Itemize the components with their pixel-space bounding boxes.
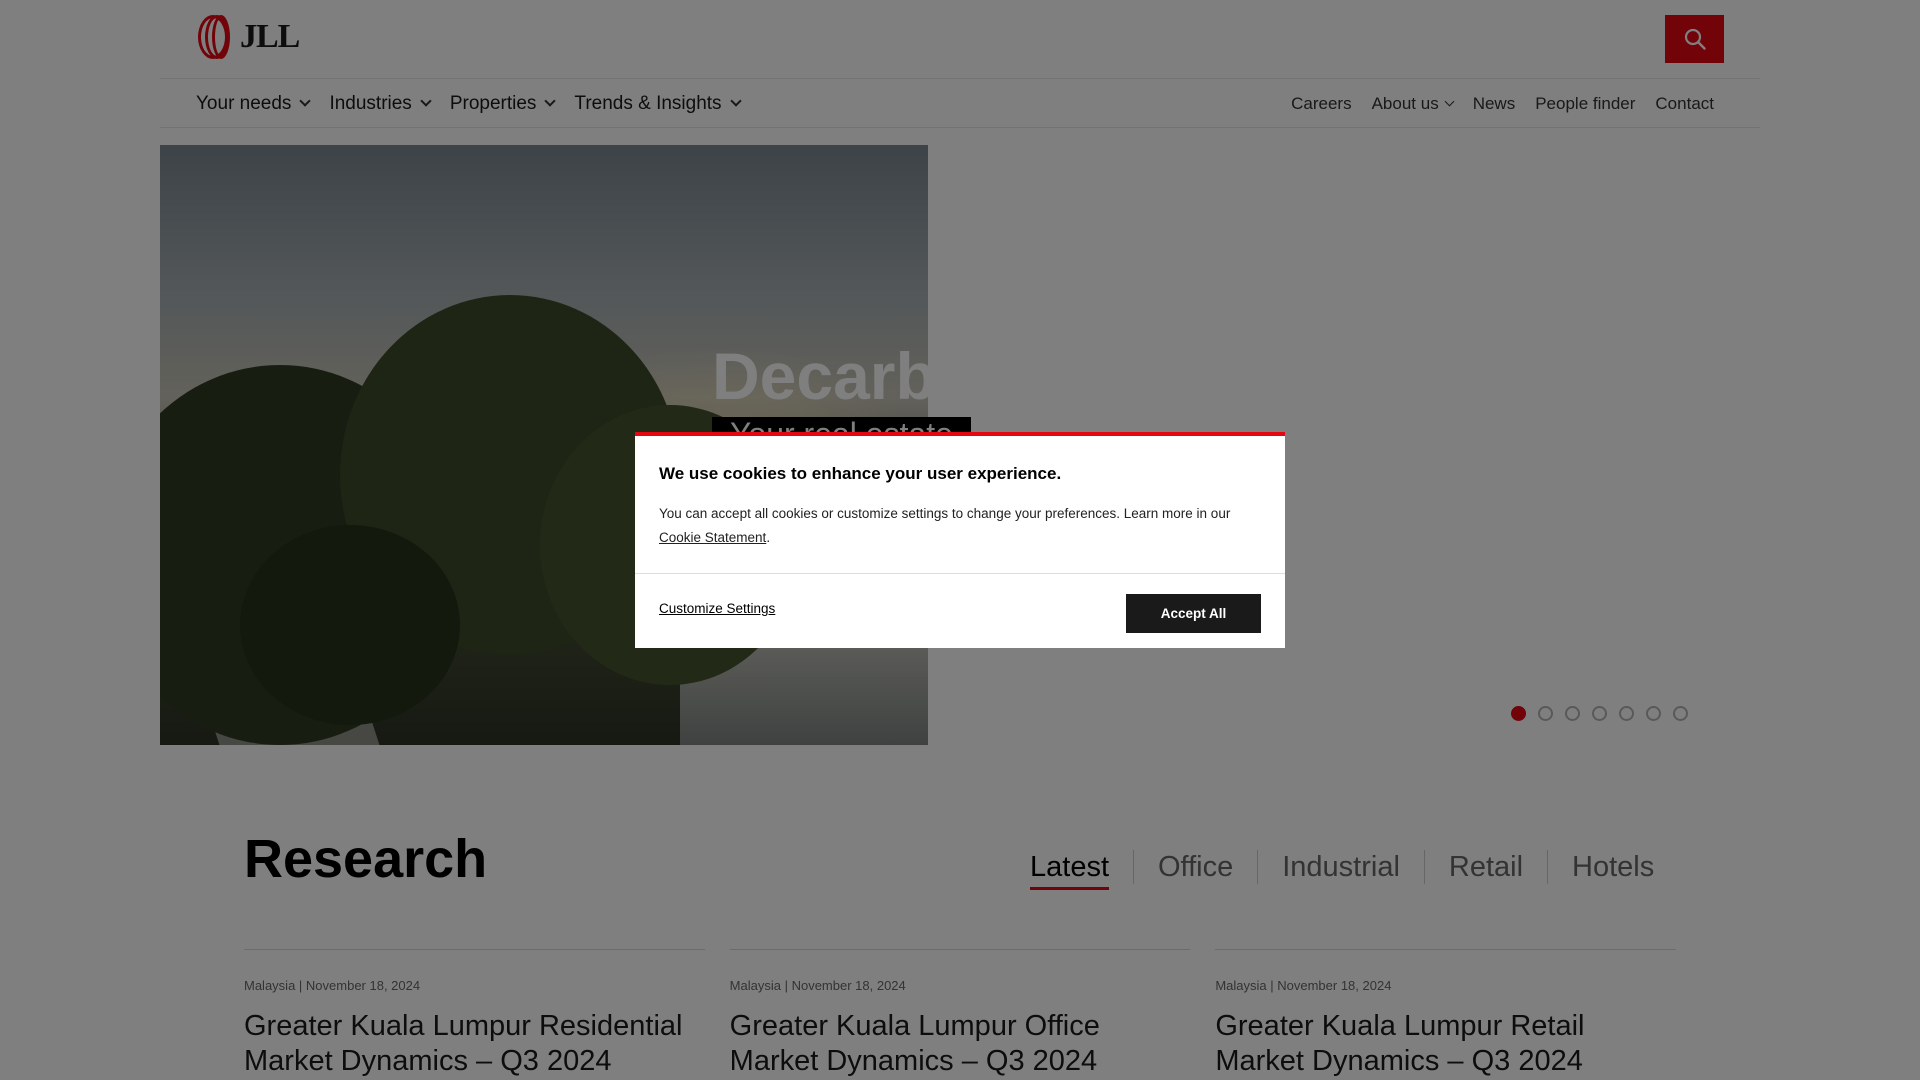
cookie-dialog-title: We use cookies to enhance your user expe…	[659, 464, 1062, 483]
accept-all-button[interactable]: Accept All	[1126, 594, 1261, 633]
cookie-dialog-period: .	[766, 530, 771, 545]
cookie-dialog-text: You can accept all cookies or customize …	[659, 502, 1259, 550]
cookie-dialog-body: You can accept all cookies or customize …	[659, 506, 1231, 521]
customize-settings-link[interactable]: Customize Settings	[659, 601, 775, 616]
cookie-statement-link[interactable]: Cookie Statement	[659, 530, 766, 545]
cookie-consent-dialog: We use cookies to enhance your user expe…	[635, 432, 1285, 648]
divider	[635, 573, 1285, 574]
